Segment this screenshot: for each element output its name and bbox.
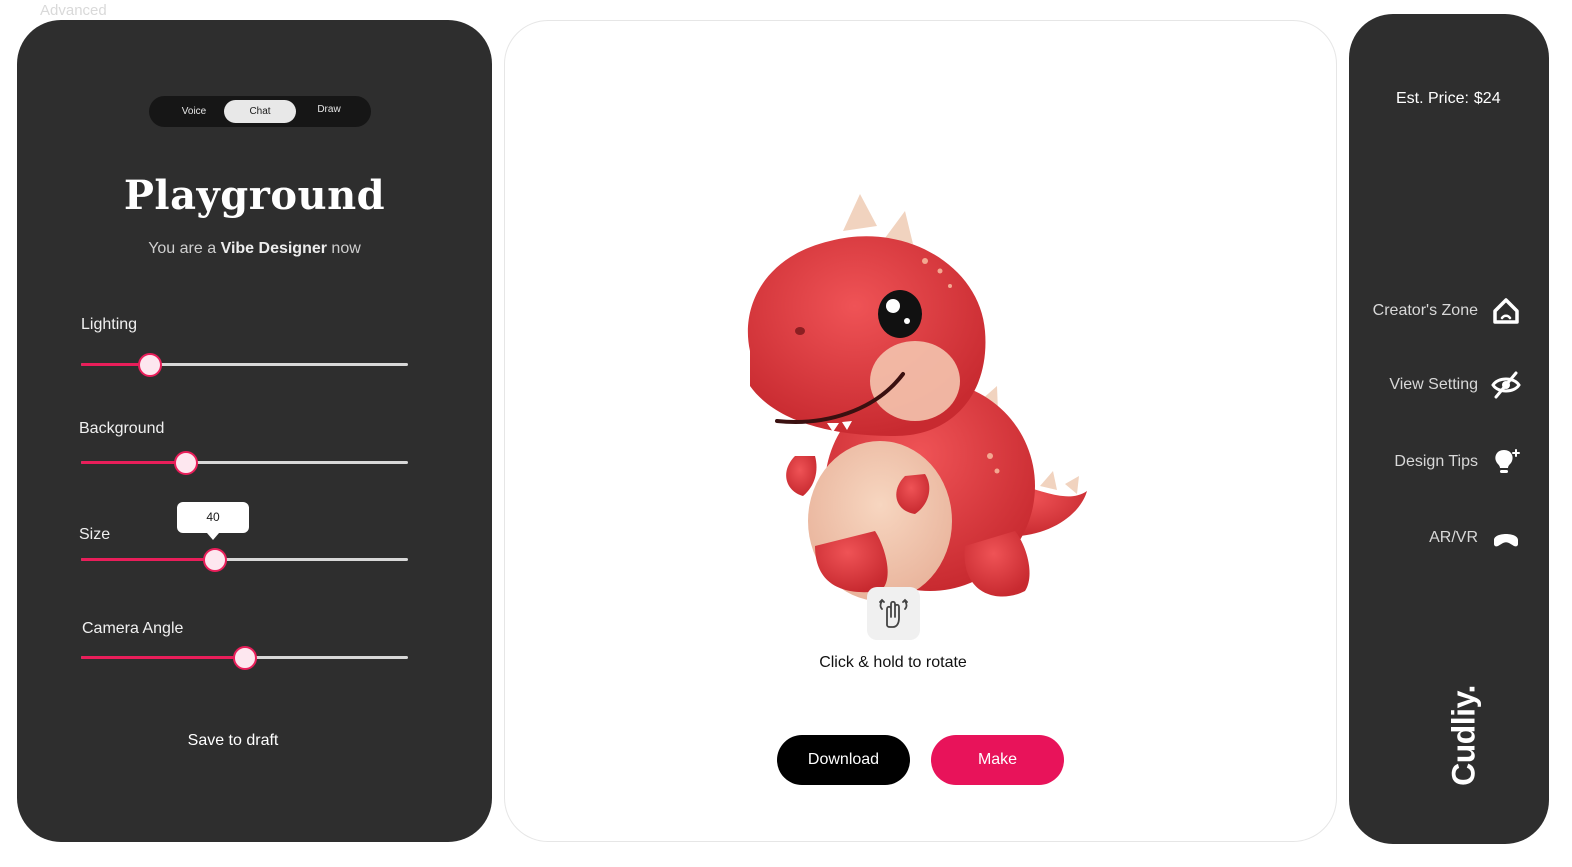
mode-draw-tab[interactable]: Draw (299, 96, 359, 127)
eye-off-icon (1491, 371, 1521, 399)
home-icon (1493, 298, 1519, 324)
lighting-slider-thumb[interactable] (137, 353, 162, 377)
page-subtitle: You are a Vibe Designer now (17, 240, 492, 258)
size-slider-thumb[interactable] (203, 548, 228, 572)
rotate-hint-text: Click & hold to rotate (819, 654, 967, 671)
creators-zone-item[interactable]: Creator's Zone (1351, 296, 1521, 326)
camera-angle-slider-thumb[interactable] (232, 646, 257, 670)
lighting-slider[interactable] (81, 353, 408, 377)
dinosaur-toy-model[interactable] (735, 186, 1105, 606)
view-setting-label: View Setting (1389, 376, 1478, 393)
right-sidebar: Est. Price: $24 Creator's Zone View Setti… (1349, 14, 1549, 844)
background-slider-thumb[interactable] (173, 451, 198, 475)
background-slider[interactable] (81, 451, 408, 475)
subtitle-suffix: now (326, 240, 361, 257)
mode-chat-tab[interactable]: Chat (224, 100, 296, 123)
size-label: Size (79, 526, 111, 543)
vr-headset-icon (1494, 534, 1518, 547)
camera-angle-slider[interactable] (81, 646, 408, 670)
lighting-label: Lighting (81, 316, 138, 333)
hand-rotate-icon (879, 598, 908, 628)
advanced-label: Advanced (40, 2, 107, 19)
camera-angle-slider-fill (81, 656, 245, 659)
lightbulb-icon (1495, 449, 1520, 473)
ar-vr-item[interactable]: AR/VR (1351, 523, 1521, 553)
save-to-draft-button[interactable]: Save to draft (17, 732, 449, 750)
estimated-price: Est. Price: $24 (1396, 90, 1501, 108)
rotate-gesture-button[interactable] (867, 587, 920, 640)
price-value: $24 (1473, 90, 1501, 107)
preview-panel: Click & hold to rotate Download Make (504, 20, 1337, 842)
page-title: Playground (123, 172, 386, 219)
view-setting-item[interactable]: View Setting (1351, 370, 1521, 400)
left-control-panel: Voice Chat Draw Playground You are a Vib… (17, 20, 492, 842)
ar-vr-label: AR/VR (1429, 529, 1478, 546)
mode-toggle: Voice Chat Draw (149, 96, 371, 127)
design-tips-item[interactable]: Design Tips (1351, 447, 1521, 477)
download-button[interactable]: Download (777, 735, 910, 785)
creators-zone-label: Creator's Zone (1372, 302, 1478, 319)
background-label: Background (79, 420, 165, 437)
design-tips-label: Design Tips (1394, 453, 1478, 470)
subtitle-role: Vibe Designer (220, 240, 327, 257)
price-label: Est. Price: (1396, 90, 1469, 107)
brand-logo-text: Cudliy. (1445, 685, 1482, 786)
size-slider[interactable] (81, 548, 408, 572)
camera-angle-label: Camera Angle (82, 620, 184, 637)
background-slider-fill (81, 461, 186, 464)
subtitle-prefix: You are a (148, 240, 221, 257)
make-button[interactable]: Make (931, 735, 1064, 785)
size-slider-fill (81, 558, 216, 561)
mode-voice-tab[interactable]: Voice (167, 96, 221, 127)
size-value-tooltip: 40 (177, 502, 249, 540)
